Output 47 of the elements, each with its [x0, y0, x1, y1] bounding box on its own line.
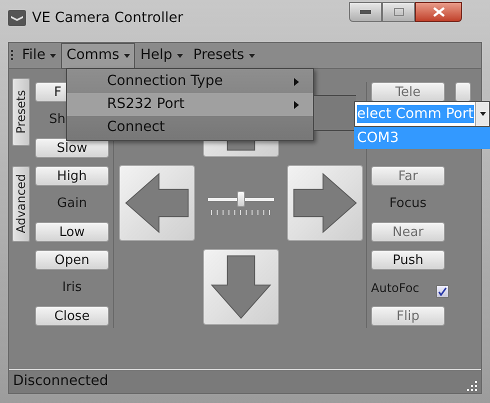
control-button[interactable]: Low [35, 222, 109, 242]
menu-item[interactable]: File [17, 42, 62, 68]
control-button[interactable]: Open [35, 250, 109, 270]
arrow-right-button[interactable] [287, 165, 363, 241]
control-label: Iris [62, 279, 82, 298]
control-button[interactable]: Slow [35, 138, 109, 158]
minimize-button[interactable] [349, 2, 382, 22]
maximize-button[interactable] [382, 2, 415, 22]
side-tab[interactable]: Presets [12, 78, 30, 146]
port-option[interactable]: COM3 [355, 128, 489, 148]
dropdown-arrow-icon [480, 112, 486, 116]
control-button[interactable]: Close [35, 306, 109, 326]
arrow-left-button[interactable] [119, 165, 195, 241]
maximize-icon [394, 8, 404, 16]
resize-grip-icon [467, 380, 477, 390]
grip-icon [11, 50, 14, 62]
slider-thumb[interactable] [237, 191, 245, 207]
menu-entry[interactable]: RS232 Port [67, 93, 313, 116]
port-combobox[interactable]: elect Comm Port [354, 101, 490, 127]
arrow-down-button[interactable] [203, 249, 279, 325]
speed-slider[interactable] [208, 191, 274, 215]
checkmark-icon [438, 286, 447, 296]
control-button[interactable]: High [35, 166, 109, 186]
control-button[interactable]: Push [371, 250, 445, 270]
menu-item[interactable]: Presets [188, 42, 260, 68]
status-text: Disconnected [13, 372, 108, 391]
caret-icon [249, 54, 256, 58]
app-icon [8, 10, 26, 26]
close-icon [432, 7, 444, 17]
control-label: Sh [49, 111, 66, 130]
window-title: VE Camera Controller [32, 9, 184, 28]
caret-icon [177, 54, 184, 58]
menu-item[interactable]: Help [135, 42, 188, 68]
menu-item[interactable]: Comms [61, 42, 136, 68]
caret-icon [124, 54, 130, 58]
checkbox-label: AutoFoc [371, 280, 420, 297]
control-label: Focus [389, 195, 427, 214]
small-button[interactable] [455, 82, 471, 102]
menu-entry[interactable]: Connect [67, 116, 313, 139]
checkbox[interactable] [436, 284, 449, 298]
control-label: Gain [57, 195, 87, 214]
side-tab[interactable]: Advanced [12, 166, 30, 242]
menu-entry[interactable]: Connection Type [67, 70, 313, 93]
minimize-icon [360, 10, 371, 14]
caret-icon [50, 54, 56, 58]
close-button[interactable] [415, 2, 462, 22]
slider-ticks [211, 210, 271, 215]
